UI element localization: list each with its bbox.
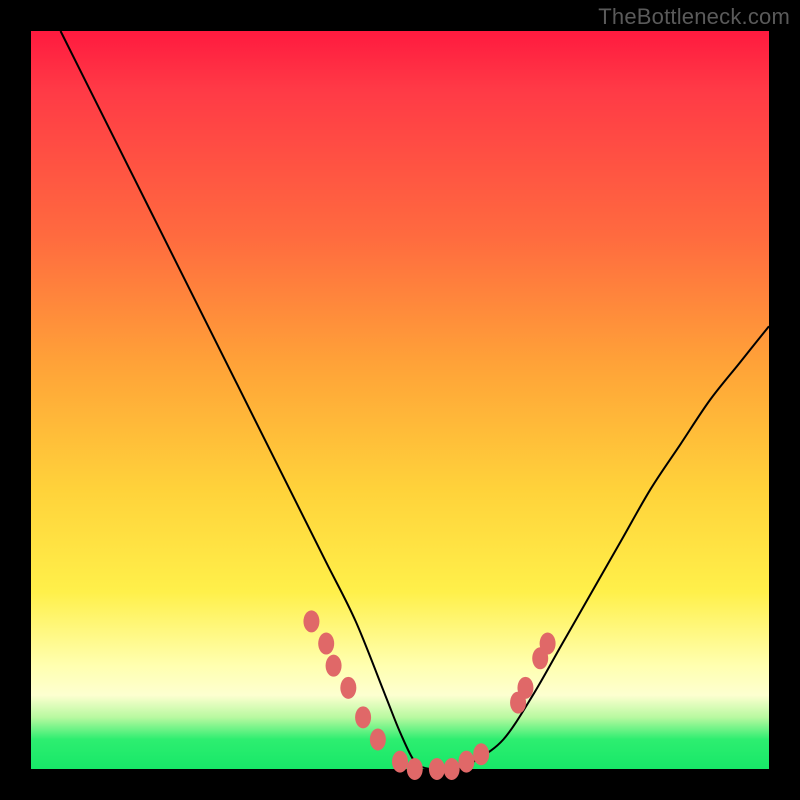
highlight-dot xyxy=(458,751,474,773)
watermark-text: TheBottleneck.com xyxy=(598,4,790,30)
highlight-dot xyxy=(444,758,460,780)
highlight-dot xyxy=(473,743,489,765)
highlight-dot xyxy=(370,728,386,750)
chart-frame: TheBottleneck.com xyxy=(0,0,800,800)
highlight-dot xyxy=(540,633,556,655)
plot-area xyxy=(31,31,769,769)
highlight-dots xyxy=(303,610,555,780)
highlight-dot xyxy=(355,706,371,728)
highlight-dot xyxy=(429,758,445,780)
highlight-dot xyxy=(340,677,356,699)
curve-layer xyxy=(31,31,769,769)
highlight-dot xyxy=(326,655,342,677)
highlight-dot xyxy=(303,610,319,632)
highlight-dot xyxy=(407,758,423,780)
highlight-dot xyxy=(517,677,533,699)
highlight-dot xyxy=(318,633,334,655)
bottleneck-curve xyxy=(61,31,769,770)
bottleneck-curve-path xyxy=(61,31,769,770)
highlight-dot xyxy=(392,751,408,773)
